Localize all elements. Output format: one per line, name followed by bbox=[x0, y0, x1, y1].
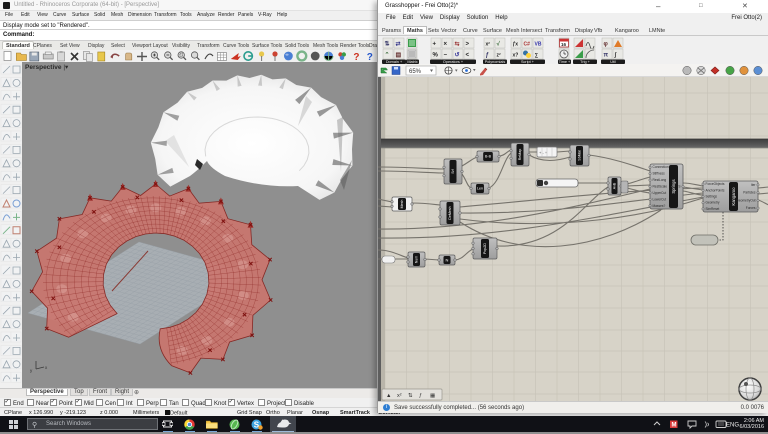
svg-text:DeMesh: DeMesh bbox=[448, 206, 452, 219]
svg-text:AvB: AvB bbox=[613, 182, 617, 189]
svg-text:VB: VB bbox=[535, 42, 542, 48]
svg-text:↺: ↺ bbox=[455, 52, 460, 59]
svg-text:LowerCut: LowerCut bbox=[653, 197, 667, 201]
svg-text:⇆: ⇆ bbox=[455, 40, 460, 48]
svg-text:▤: ▤ bbox=[396, 53, 402, 59]
svg-text:▦: ▦ bbox=[430, 393, 436, 399]
svg-text:⌃: ⌃ bbox=[385, 52, 390, 59]
svg-text:z²: z² bbox=[497, 53, 502, 59]
svg-text:UpperCut: UpperCut bbox=[653, 191, 667, 195]
svg-text:65%: 65% bbox=[409, 69, 422, 75]
svg-text:Geometry: Geometry bbox=[706, 201, 720, 205]
svg-text:Springs: Springs bbox=[671, 179, 676, 193]
svg-text:ƒx: ƒx bbox=[513, 42, 519, 48]
svg-text:GeometryOut: GeometryOut bbox=[736, 198, 755, 202]
svg-text:Particles: Particles bbox=[743, 191, 756, 195]
svg-text:φ: φ bbox=[604, 42, 609, 48]
svg-text:?: ? bbox=[353, 52, 359, 62]
svg-text:×: × bbox=[444, 42, 448, 48]
svg-text:AnchorPoints: AnchorPoints bbox=[706, 188, 725, 192]
svg-text:∫: ∫ bbox=[614, 52, 617, 59]
svg-text:x?: x? bbox=[513, 53, 519, 59]
svg-text:∑: ∑ bbox=[535, 53, 539, 59]
svg-text:M: M bbox=[672, 423, 677, 429]
svg-text:Pop2D: Pop2D bbox=[483, 243, 487, 254]
svg-text:S: S bbox=[678, 185, 680, 189]
svg-text:<: < bbox=[466, 53, 470, 59]
svg-text:?: ? bbox=[367, 52, 373, 62]
svg-text:π: π bbox=[604, 53, 609, 59]
svg-text:RestLong: RestLong bbox=[653, 178, 667, 182]
svg-text:ƒ: ƒ bbox=[419, 393, 422, 399]
svg-text:Stiffness: Stiffness bbox=[653, 172, 666, 176]
svg-text:Forces: Forces bbox=[746, 206, 756, 210]
svg-text:⇅: ⇅ bbox=[385, 41, 390, 48]
svg-text:SimReset: SimReset bbox=[706, 207, 720, 211]
svg-text:⇅: ⇅ bbox=[408, 393, 413, 399]
svg-text:Mesh: Mesh bbox=[400, 200, 404, 209]
svg-text:Srf: Srf bbox=[451, 169, 455, 174]
svg-text:>: > bbox=[466, 42, 470, 48]
svg-text:B-B: B-B bbox=[485, 155, 492, 159]
svg-text:ForceObjects: ForceObjects bbox=[706, 182, 725, 186]
svg-text:C#: C# bbox=[524, 42, 531, 48]
svg-text:16: 16 bbox=[561, 42, 567, 47]
svg-text:x²: x² bbox=[397, 393, 402, 399]
svg-text:Len: Len bbox=[477, 187, 483, 191]
svg-text:▲: ▲ bbox=[386, 393, 391, 399]
svg-text:Connection: Connection bbox=[653, 165, 669, 169]
svg-text:+ - ÷: + - ÷ bbox=[539, 150, 548, 155]
svg-text:⇄: ⇄ bbox=[396, 40, 401, 48]
svg-text:SbMat: SbMat bbox=[578, 150, 582, 160]
svg-text:x²: x² bbox=[486, 42, 491, 48]
svg-text:ENG: ENG bbox=[726, 423, 739, 429]
svg-text:ReMap: ReMap bbox=[518, 149, 522, 161]
svg-text:Masses?: Masses? bbox=[653, 204, 666, 208]
svg-text:−: − bbox=[444, 53, 448, 59]
svg-text:N: N bbox=[446, 258, 449, 263]
svg-text:Num: Num bbox=[415, 256, 419, 264]
svg-text:RestScale: RestScale bbox=[653, 185, 668, 189]
svg-text:%: % bbox=[433, 53, 439, 59]
svg-text:+: + bbox=[433, 42, 437, 48]
svg-text:Kangaroo: Kangaroo bbox=[731, 187, 736, 206]
svg-text:Settings: Settings bbox=[706, 195, 718, 199]
